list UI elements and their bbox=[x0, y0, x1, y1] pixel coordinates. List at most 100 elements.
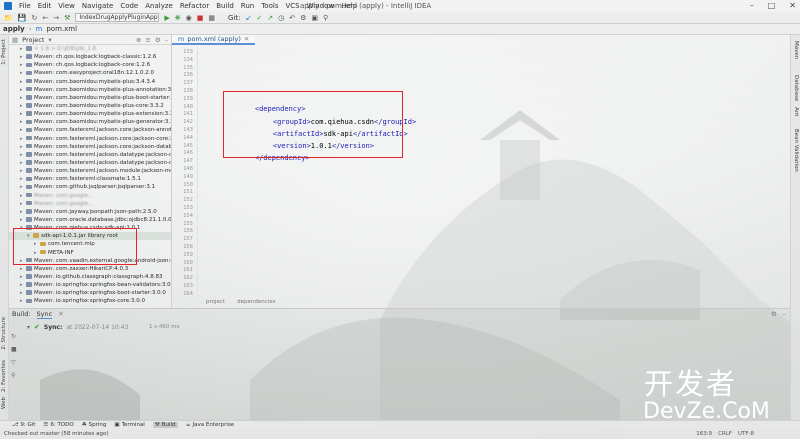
editor-breadcrumb-dependencies[interactable]: dependencies bbox=[237, 299, 275, 308]
tree-row[interactable]: ▸ Maven: com.fasterxml.jackson.module:jac… bbox=[9, 167, 171, 175]
save-all-icon[interactable]: 💾 bbox=[18, 14, 27, 22]
settings-icon[interactable]: ⚙ bbox=[300, 14, 306, 22]
tab-bean-validation[interactable]: Bean Validation bbox=[793, 129, 799, 172]
minimize-icon[interactable]: – bbox=[750, 1, 754, 10]
run-configuration-select[interactable]: IndexDrugApplyPluginApplication bbox=[75, 13, 160, 22]
menu-item-edit[interactable]: Edit bbox=[38, 2, 52, 10]
tab-web[interactable]: Web bbox=[1, 397, 7, 409]
coverage-icon[interactable]: ◉ bbox=[186, 14, 192, 22]
tree-row[interactable]: ▸ Maven: com.easyproject:oral18n:12.1.0.2… bbox=[9, 69, 171, 77]
stop-icon[interactable]: ■ bbox=[197, 14, 204, 22]
stop-icon[interactable]: ■ bbox=[11, 346, 17, 353]
hide-panel-icon[interactable]: – bbox=[165, 36, 168, 44]
tab-favorites[interactable]: 2: Favorites bbox=[1, 360, 7, 392]
tree-row[interactable]: ▸ Maven: io.springfox:springfox-bean-vali… bbox=[9, 281, 171, 289]
menu-item-refactor[interactable]: Refactor bbox=[180, 2, 209, 10]
tree-row[interactable]: ▸ Maven: ch.qos.logback:logback-core:1.2.… bbox=[9, 61, 171, 69]
tree-row[interactable]: ▸ Maven: com.fasterxml.jackson.core:jacks… bbox=[9, 143, 171, 151]
editor-breadcrumb-project[interactable]: project bbox=[206, 299, 225, 308]
status-message[interactable]: Checked out master (58 minutes ago) bbox=[4, 431, 109, 437]
tab-ant[interactable]: Ant bbox=[793, 107, 799, 116]
tree-row[interactable]: ▸ Maven: com.baomidou:mybatis-plus:3.4.3.… bbox=[9, 78, 171, 86]
tree-row[interactable]: ▸ Maven: com.baomidou:mybatis-plus-core:3… bbox=[9, 102, 171, 110]
pin-icon[interactable]: ⚲ bbox=[11, 372, 17, 379]
locate-file-icon[interactable]: ⊕ bbox=[136, 36, 141, 44]
tree-row[interactable]: ▸ Maven: com.jayway.jsonpath:json-path:2.… bbox=[9, 208, 171, 216]
structure-icon[interactable]: ▦ bbox=[208, 14, 215, 22]
tree-row[interactable]: ▸ Maven: com.google... bbox=[9, 200, 171, 208]
menu-item-code[interactable]: Code bbox=[120, 2, 138, 10]
tree-row[interactable]: ▸ Maven: com.fasterxml.jackson.core:jacks… bbox=[9, 126, 171, 134]
breadcrumb-file[interactable]: pom.xml bbox=[46, 25, 77, 33]
tree-row[interactable]: ▸ Maven: com.fasterxml:classmate:1.5.1 bbox=[9, 175, 171, 183]
git-commit-icon[interactable]: ✓ bbox=[256, 14, 262, 22]
search-icon[interactable]: ⚲ bbox=[323, 14, 328, 22]
hide-panel-icon[interactable]: – bbox=[783, 310, 786, 318]
tree-row[interactable]: ▸ Maven: io.springfox:springfox-core:3.0.… bbox=[9, 297, 171, 305]
menu-item-analyze[interactable]: Analyze bbox=[145, 2, 173, 10]
breadcrumb-project[interactable]: apply bbox=[3, 25, 25, 33]
project-structure-icon[interactable]: ▣ bbox=[311, 14, 318, 22]
forward-icon[interactable]: → bbox=[53, 14, 59, 22]
close-tab-icon[interactable]: ✕ bbox=[244, 35, 249, 43]
collapse-all-icon[interactable]: ≡ bbox=[145, 36, 150, 44]
filter-icon[interactable]: ▽ bbox=[11, 359, 17, 366]
git-history-icon[interactable]: ◷ bbox=[278, 14, 284, 22]
menu-item-build[interactable]: Build bbox=[216, 2, 234, 10]
tree-row[interactable]: ▸ Maven: com.oracle.database.jdbc:ojdbc8:… bbox=[9, 216, 171, 224]
tree-row[interactable]: ▸ Maven: com.baomidou:mybatis-plus-boot-s… bbox=[9, 94, 171, 102]
sync-result-row[interactable]: ▾ ✔ Sync: at 2022-07-14 10:43 bbox=[27, 323, 128, 331]
menu-item-vcs[interactable]: VCS bbox=[285, 2, 299, 10]
caret-position[interactable]: 163:9 bbox=[696, 431, 712, 437]
line-separator[interactable]: CRLF bbox=[718, 431, 732, 437]
tab-sync[interactable]: Sync bbox=[36, 310, 53, 319]
tree-row[interactable]: ▸ Maven: ch.qos.logback:logback-classic:1… bbox=[9, 53, 171, 61]
menu-item-navigate[interactable]: Navigate bbox=[82, 2, 113, 10]
back-icon[interactable]: ← bbox=[42, 14, 48, 22]
menu-item-tools[interactable]: Tools bbox=[261, 2, 278, 10]
menu-item-run[interactable]: Run bbox=[241, 2, 254, 10]
menu-item-view[interactable]: View bbox=[58, 2, 75, 10]
tool-window-terminal[interactable]: ▣ Terminal bbox=[114, 422, 144, 428]
tree-row[interactable]: ▸ Maven: com.baomidou:mybatis-plus-genera… bbox=[9, 118, 171, 126]
tab-database[interactable]: Database bbox=[793, 75, 799, 101]
tree-row[interactable]: ▸ Maven: com.google... bbox=[9, 192, 171, 200]
tree-row[interactable]: ▸ Maven: io.github.classgraph:classgraph:… bbox=[9, 273, 171, 281]
panel-settings-icon[interactable]: ⚙ bbox=[155, 36, 161, 44]
tree-row[interactable]: ▸ Maven: com.fasterxml.jackson.datatype:j… bbox=[9, 159, 171, 167]
git-update-icon[interactable]: ↙ bbox=[245, 14, 251, 22]
build-hammer-icon[interactable]: ⚒ bbox=[64, 14, 70, 22]
tree-row[interactable]: ▸ Maven: com.fasterxml.jackson.core:jacks… bbox=[9, 135, 171, 143]
tab-maven[interactable]: Maven bbox=[793, 41, 799, 59]
close-icon[interactable]: ✕ bbox=[789, 1, 796, 10]
tool-window-java-enterprise[interactable]: ☕ Java Enterprise bbox=[186, 422, 235, 428]
close-tab-icon[interactable]: ✕ bbox=[58, 310, 63, 318]
panel-settings-icon[interactable]: ⚙ bbox=[771, 310, 777, 318]
tree-row[interactable]: ▸ Maven: com.zaxxer:HikariCP:4.0.3 bbox=[9, 265, 171, 273]
maximize-icon[interactable]: □ bbox=[768, 1, 776, 10]
tree-row[interactable]: ▸ Maven: com.baomidou:mybatis-plus-annota… bbox=[9, 86, 171, 94]
editor-tab-pom[interactable]: m pom.xml (apply) ✕ bbox=[172, 35, 256, 45]
chevron-down-icon[interactable]: ▾ bbox=[27, 324, 30, 331]
tree-row[interactable]: ▸ < 1.8 > D:\JDK\jdk_1.8 bbox=[9, 45, 171, 53]
tree-row[interactable]: ▸ Maven: com.baomidou:mybatis-plus-extens… bbox=[9, 110, 171, 118]
tree-row[interactable]: ▸ Maven: com.fasterxml.jackson.datatype:j… bbox=[9, 151, 171, 159]
tree-row[interactable]: ▸ Maven: io.springfox:springfox-boot-star… bbox=[9, 289, 171, 297]
sync-icon[interactable]: ↻ bbox=[31, 14, 37, 22]
debug-icon[interactable]: ❋ bbox=[175, 14, 181, 22]
tree-row[interactable]: ▸ Maven: com.github.jsqlparser:jsqlparser… bbox=[9, 183, 171, 191]
tool-window-spring[interactable]: ☘ Spring bbox=[82, 422, 107, 428]
run-icon[interactable]: ▶ bbox=[164, 14, 169, 22]
open-folder-icon[interactable]: 📁 bbox=[4, 14, 13, 22]
tool-window-6-todo[interactable]: ☰ 6: TODO bbox=[43, 422, 73, 428]
tab-structure[interactable]: 2: Structure bbox=[1, 317, 7, 350]
chevron-down-icon[interactable]: ▾ bbox=[48, 36, 51, 44]
git-push-icon[interactable]: ↗ bbox=[267, 14, 273, 22]
project-panel-title[interactable]: Project bbox=[22, 36, 44, 44]
file-encoding[interactable]: UTF-8 bbox=[738, 431, 754, 437]
tab-project[interactable]: 1: Project bbox=[1, 39, 7, 65]
menu-item-file[interactable]: File bbox=[19, 2, 31, 10]
tool-window-9-git[interactable]: ⎇ 9: Git bbox=[12, 422, 35, 428]
tool-window-build[interactable]: ⚒ Build bbox=[152, 422, 178, 428]
git-rollback-icon[interactable]: ↶ bbox=[289, 14, 295, 22]
